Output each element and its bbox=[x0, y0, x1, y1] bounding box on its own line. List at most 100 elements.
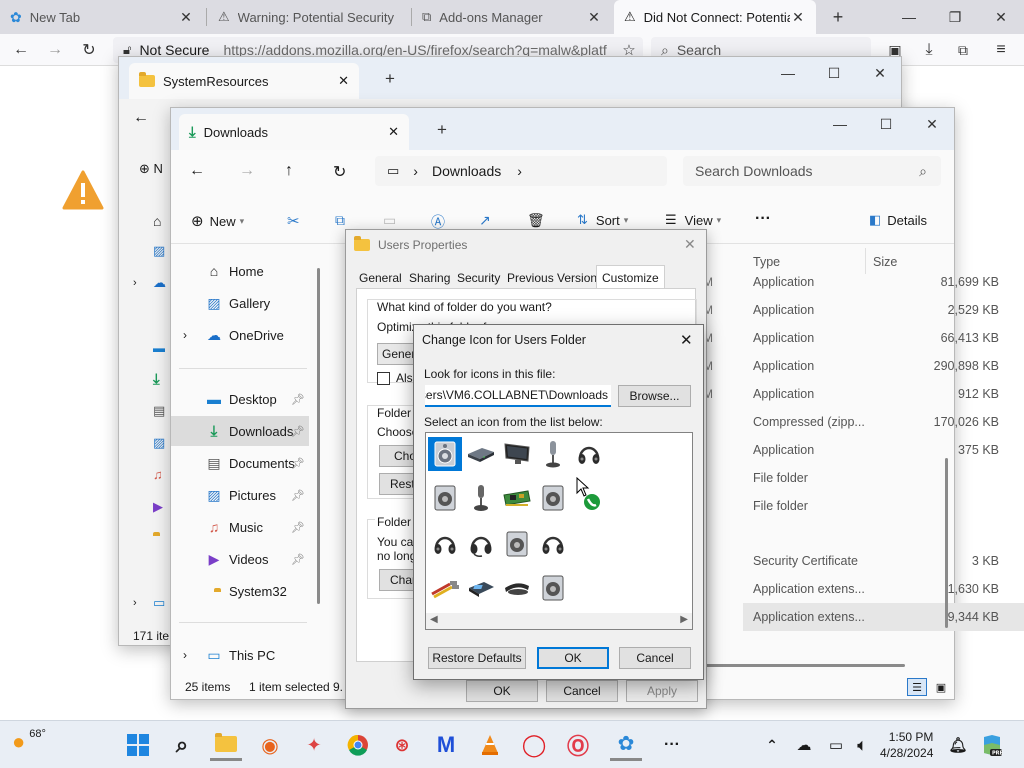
new-tab-button[interactable]: + bbox=[419, 114, 465, 146]
more-apps-icon[interactable]: ··· bbox=[656, 729, 688, 761]
new-button[interactable]: ⊕ N bbox=[139, 161, 163, 177]
sidebar-item-music[interactable]: ♫ Music 📌︎ bbox=[171, 512, 309, 542]
sidebar-item-this-pc[interactable]: › ▭ This PC bbox=[171, 640, 309, 670]
new-tab-button[interactable]: + bbox=[815, 0, 861, 34]
extensions-icon[interactable]: ⧉ bbox=[950, 38, 976, 62]
restore-defaults-button[interactable]: Restore Defaults bbox=[428, 647, 526, 669]
firefox-tab[interactable]: ⧉ Add-ons Manager ✕ bbox=[412, 0, 612, 34]
icon-speaker-selected[interactable] bbox=[428, 437, 462, 471]
expand-chevron-icon[interactable]: › bbox=[183, 648, 187, 662]
explorer-tab[interactable]: SystemResources ✕ bbox=[129, 63, 359, 99]
more-options-icon[interactable]: ··· bbox=[755, 210, 771, 228]
icon-audio-cables[interactable] bbox=[428, 571, 462, 605]
column-header-type[interactable]: Type bbox=[753, 255, 780, 269]
back-button[interactable]: ← bbox=[189, 162, 205, 180]
icon-microphone[interactable] bbox=[536, 437, 570, 471]
firefox-tab[interactable]: ⚠ Warning: Potential Security bbox=[208, 0, 410, 34]
restore-button[interactable]: ❐ bbox=[932, 0, 978, 34]
opera-icon[interactable]: ◯ bbox=[518, 729, 550, 761]
cancel-button[interactable]: Cancel bbox=[546, 680, 618, 702]
sidebar-item-desktop[interactable]: ▬ Desktop 📌︎ bbox=[171, 384, 309, 414]
icon-speaker[interactable] bbox=[536, 481, 570, 515]
chrome-icon[interactable] bbox=[342, 729, 374, 761]
view-button[interactable]: ☰ View ▾ bbox=[665, 212, 721, 228]
browse-button[interactable]: Browse... bbox=[618, 385, 691, 407]
explorer-tab[interactable]: ⤓ Downloads ✕ bbox=[179, 114, 409, 150]
scroll-right-icon[interactable]: ▶ bbox=[680, 614, 688, 625]
firefox-icon[interactable]: ◉ bbox=[254, 729, 286, 761]
forward-button[interactable]: → bbox=[239, 162, 255, 180]
sidebar-item-home[interactable]: ⌂ Home bbox=[171, 256, 309, 286]
icon-speaker[interactable] bbox=[500, 527, 534, 561]
reload-button[interactable]: ↻ bbox=[76, 38, 102, 62]
ok-button[interactable]: OK bbox=[537, 647, 609, 669]
icon-list-scrollbar[interactable]: ◀ ▶ bbox=[426, 613, 692, 629]
close-dialog-button[interactable]: ✕ bbox=[684, 236, 696, 253]
apply-button[interactable]: Apply bbox=[626, 680, 698, 702]
tab-customize[interactable]: Customize bbox=[596, 265, 665, 289]
weather-widget[interactable]: ● 68° bbox=[12, 728, 46, 755]
delete-icon[interactable]: 🗑︎ bbox=[527, 212, 545, 229]
table-row[interactable]: File folder bbox=[743, 464, 1024, 492]
share-icon[interactable]: ↗ bbox=[479, 212, 491, 229]
notification-bell-icon[interactable]: 🔔︎ bbox=[942, 729, 974, 761]
tab-sharing[interactable]: Sharing bbox=[404, 267, 455, 289]
table-row[interactable]: Application extens... 9,344 KB bbox=[743, 603, 1024, 631]
table-row[interactable]: Application 912 KB bbox=[743, 380, 1024, 408]
tab-general[interactable]: General bbox=[354, 267, 407, 289]
expand-chevron-icon[interactable]: › bbox=[133, 277, 137, 289]
sidebar-item-videos[interactable]: ▶ Videos 📌︎ bbox=[171, 544, 309, 574]
forward-button[interactable]: → bbox=[42, 38, 68, 62]
table-row[interactable]: Compressed (zipp... 170,026 KB bbox=[743, 408, 1024, 436]
sort-button[interactable]: ⇅ Sort ▾ bbox=[577, 212, 628, 228]
close-tab-icon[interactable]: ✕ bbox=[338, 73, 349, 89]
sidebar-item-gallery[interactable]: ▨ Gallery bbox=[171, 288, 309, 318]
firefox-tab-active[interactable]: ⚠ Did Not Connect: Potential ✕ bbox=[614, 0, 816, 34]
close-window-button[interactable]: ✕ bbox=[857, 57, 903, 89]
close-tab-icon[interactable]: ✕ bbox=[388, 124, 399, 140]
table-row[interactable]: Application 2,529 KB bbox=[743, 296, 1024, 324]
horizontal-scrollbar[interactable] bbox=[705, 664, 905, 667]
waterfox-icon[interactable]: ✿ bbox=[610, 729, 642, 761]
search-downloads-input[interactable]: Search Downloads ⌕ bbox=[683, 156, 941, 186]
table-row[interactable]: Application 81,699 KB bbox=[743, 268, 1024, 296]
table-row[interactable]: Application extens... 1,630 KB bbox=[743, 575, 1024, 603]
minimize-button[interactable]: — bbox=[765, 57, 811, 89]
search-icon[interactable]: ⌕ bbox=[166, 729, 198, 761]
up-button[interactable]: ↑ bbox=[285, 162, 293, 180]
network-off-icon[interactable]: ☁ bbox=[788, 729, 820, 761]
new-tab-button[interactable]: + bbox=[367, 63, 413, 95]
icon-webcam[interactable] bbox=[500, 571, 534, 605]
table-row[interactable]: Security Certificate 3 KB bbox=[743, 547, 1024, 575]
app-icon-red[interactable]: ✦ bbox=[298, 729, 330, 761]
show-hidden-icons-chevron[interactable]: ⌃ bbox=[756, 729, 788, 761]
expand-chevron-icon[interactable]: › bbox=[133, 597, 137, 609]
volume-icon[interactable]: 🔈︎ bbox=[846, 729, 878, 761]
close-window-button[interactable]: ✕ bbox=[978, 0, 1024, 34]
sidebar-item-onedrive[interactable]: › ☁ OneDrive bbox=[171, 320, 309, 350]
close-dialog-button[interactable]: ✕ bbox=[680, 331, 693, 349]
new-button[interactable]: ⊕ New ▾ bbox=[191, 212, 244, 230]
icon-list[interactable]: ◀ ▶ bbox=[425, 432, 693, 630]
icon-speaker[interactable] bbox=[428, 481, 462, 515]
close-tab-icon[interactable]: ✕ bbox=[790, 9, 806, 26]
vlc-icon[interactable] bbox=[474, 729, 506, 761]
column-header-size[interactable]: Size bbox=[873, 255, 897, 269]
file-list-scrollbar[interactable] bbox=[945, 458, 948, 628]
file-explorer-icon[interactable] bbox=[210, 729, 242, 761]
back-button[interactable]: ← bbox=[8, 38, 34, 62]
maximize-button[interactable]: ☐ bbox=[863, 108, 909, 140]
app-icon-orange[interactable]: ⊛ bbox=[386, 729, 418, 761]
copy-icon[interactable]: ⧉ bbox=[335, 212, 345, 229]
cut-icon[interactable]: ✂ bbox=[287, 212, 300, 230]
icon-headphones[interactable] bbox=[572, 437, 606, 471]
tab-security[interactable]: Security bbox=[452, 267, 505, 289]
details-view-icon[interactable]: ☰ bbox=[907, 678, 927, 696]
icon-headphones[interactable] bbox=[536, 527, 570, 561]
opera-gx-icon[interactable]: Ⓞ bbox=[562, 729, 594, 761]
icon-headphones[interactable] bbox=[428, 527, 462, 561]
downloads-icon[interactable]: ⤓ bbox=[916, 38, 942, 62]
table-row[interactable]: Application 375 KB bbox=[743, 436, 1024, 464]
sidebar-scrollbar[interactable] bbox=[317, 268, 320, 604]
tab-previous-versions[interactable]: Previous Versions bbox=[502, 267, 608, 289]
